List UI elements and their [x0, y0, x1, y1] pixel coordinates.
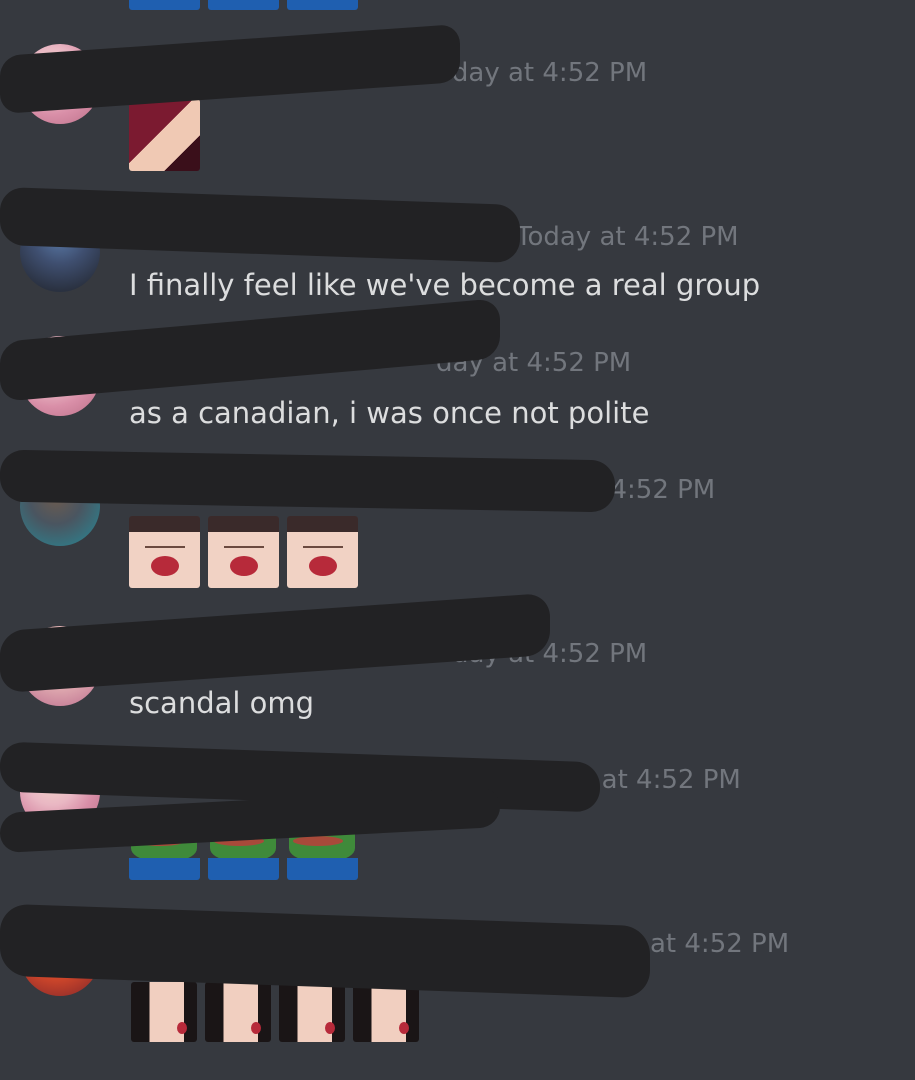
- redaction-mark: [0, 23, 460, 115]
- surprised-face-emote: [129, 516, 200, 588]
- message-emotes: [129, 516, 358, 588]
- chat-message-list[interactable]: oday at 4:52 PM Today at 4:52 PM I final…: [0, 0, 915, 1080]
- message-timestamp: oday at 4:52 PM: [436, 58, 648, 88]
- redaction-mark: [0, 592, 550, 694]
- message-timestamp: y at 4:52 PM: [578, 765, 741, 795]
- shocked-girl-emote: [205, 982, 271, 1042]
- surprised-face-emote: [287, 516, 358, 588]
- shocked-girl-emote: [131, 982, 197, 1042]
- message-timestamp: at 4:52 PM: [650, 929, 790, 959]
- pepe-emote: [208, 0, 279, 10]
- message-emotes: [129, 99, 200, 171]
- message-text: as a canadian, i was once not polite: [129, 396, 650, 430]
- redaction-mark: [0, 449, 615, 513]
- redaction-mark: [0, 298, 500, 402]
- redaction-mark: [0, 903, 650, 999]
- message-text: I finally feel like we've become a real …: [129, 268, 761, 302]
- red-hair-girl-emote: [129, 99, 200, 171]
- message-timestamp: Today at 4:52 PM: [516, 222, 739, 252]
- message-text: scandal omg: [129, 686, 315, 720]
- pepe-emote: [287, 0, 358, 10]
- message-emotes: [131, 982, 419, 1042]
- shocked-girl-emote: [279, 982, 345, 1042]
- previous-message-emotes: [129, 0, 358, 10]
- pepe-emote: [129, 0, 200, 10]
- surprised-face-emote: [208, 516, 279, 588]
- shocked-girl-emote: [353, 982, 419, 1042]
